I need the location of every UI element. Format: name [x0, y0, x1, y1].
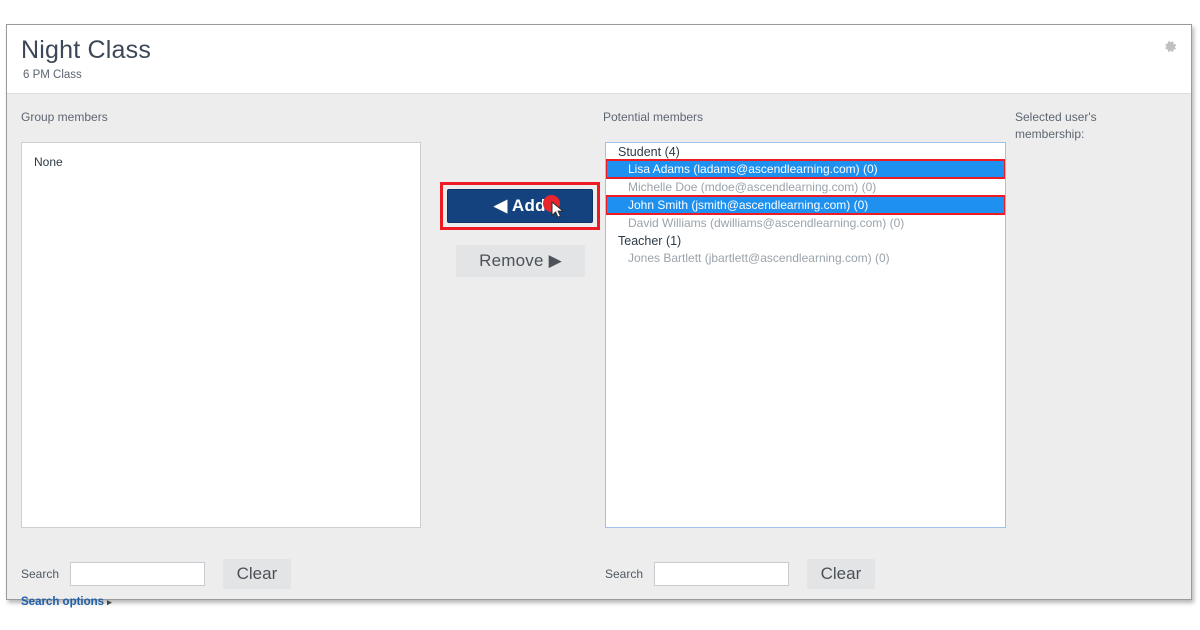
- option-group-label: Teacher (1): [618, 234, 682, 248]
- right-search-input[interactable]: [654, 562, 790, 586]
- group-members-label: Group members: [21, 110, 108, 124]
- potential-members-listbox[interactable]: Student (4) Lisa Adams (ladams@ascendlear…: [605, 142, 1006, 528]
- right-search-label: Search: [605, 567, 644, 581]
- page-header: Night Class 6 PM Class: [7, 25, 1191, 94]
- page-subtitle: 6 PM Class: [23, 69, 82, 81]
- group-members-search-row: Search Clear: [21, 559, 291, 589]
- right-clear-button[interactable]: Clear: [806, 559, 875, 589]
- potential-member-option[interactable]: David Williams (dwilliams@ascendlearning…: [606, 214, 1005, 232]
- left-search-label: Search: [21, 567, 60, 581]
- potential-member-option[interactable]: Jones Bartlett (jbartlett@ascendlearning…: [606, 249, 1005, 267]
- potential-member-option[interactable]: Michelle Doe (mdoe@ascendlearning.com) (…: [606, 178, 1005, 196]
- potential-member-option[interactable]: John Smith (jsmith@ascendlearning.com) (…: [606, 195, 1005, 215]
- group-members-empty-text: None: [34, 155, 63, 169]
- left-search-input[interactable]: [70, 562, 206, 586]
- chevron-right-icon: ▸: [107, 597, 112, 607]
- left-clear-button[interactable]: Clear: [222, 559, 291, 589]
- gear-icon[interactable]: [1162, 39, 1178, 55]
- selected-membership-label: Selected user's membership:: [1015, 110, 1097, 141]
- page-title: Night Class: [21, 36, 152, 64]
- option-group-label: Student (4): [618, 145, 680, 159]
- group-members-listbox[interactable]: None: [21, 142, 421, 528]
- potential-members-label: Potential members: [603, 110, 704, 124]
- potential-members-search-row: Search Clear: [605, 559, 875, 589]
- remove-button[interactable]: Remove ▶: [456, 245, 585, 277]
- application-window: Night Class 6 PM Class Group members Pot…: [6, 24, 1192, 608]
- potential-member-option[interactable]: Lisa Adams (ladams@ascendlearning.com) (…: [606, 159, 1005, 179]
- search-options-label: Search options: [21, 596, 105, 608]
- add-button[interactable]: ◀ Add: [447, 189, 593, 223]
- search-options-link[interactable]: Search options ▸: [21, 596, 112, 608]
